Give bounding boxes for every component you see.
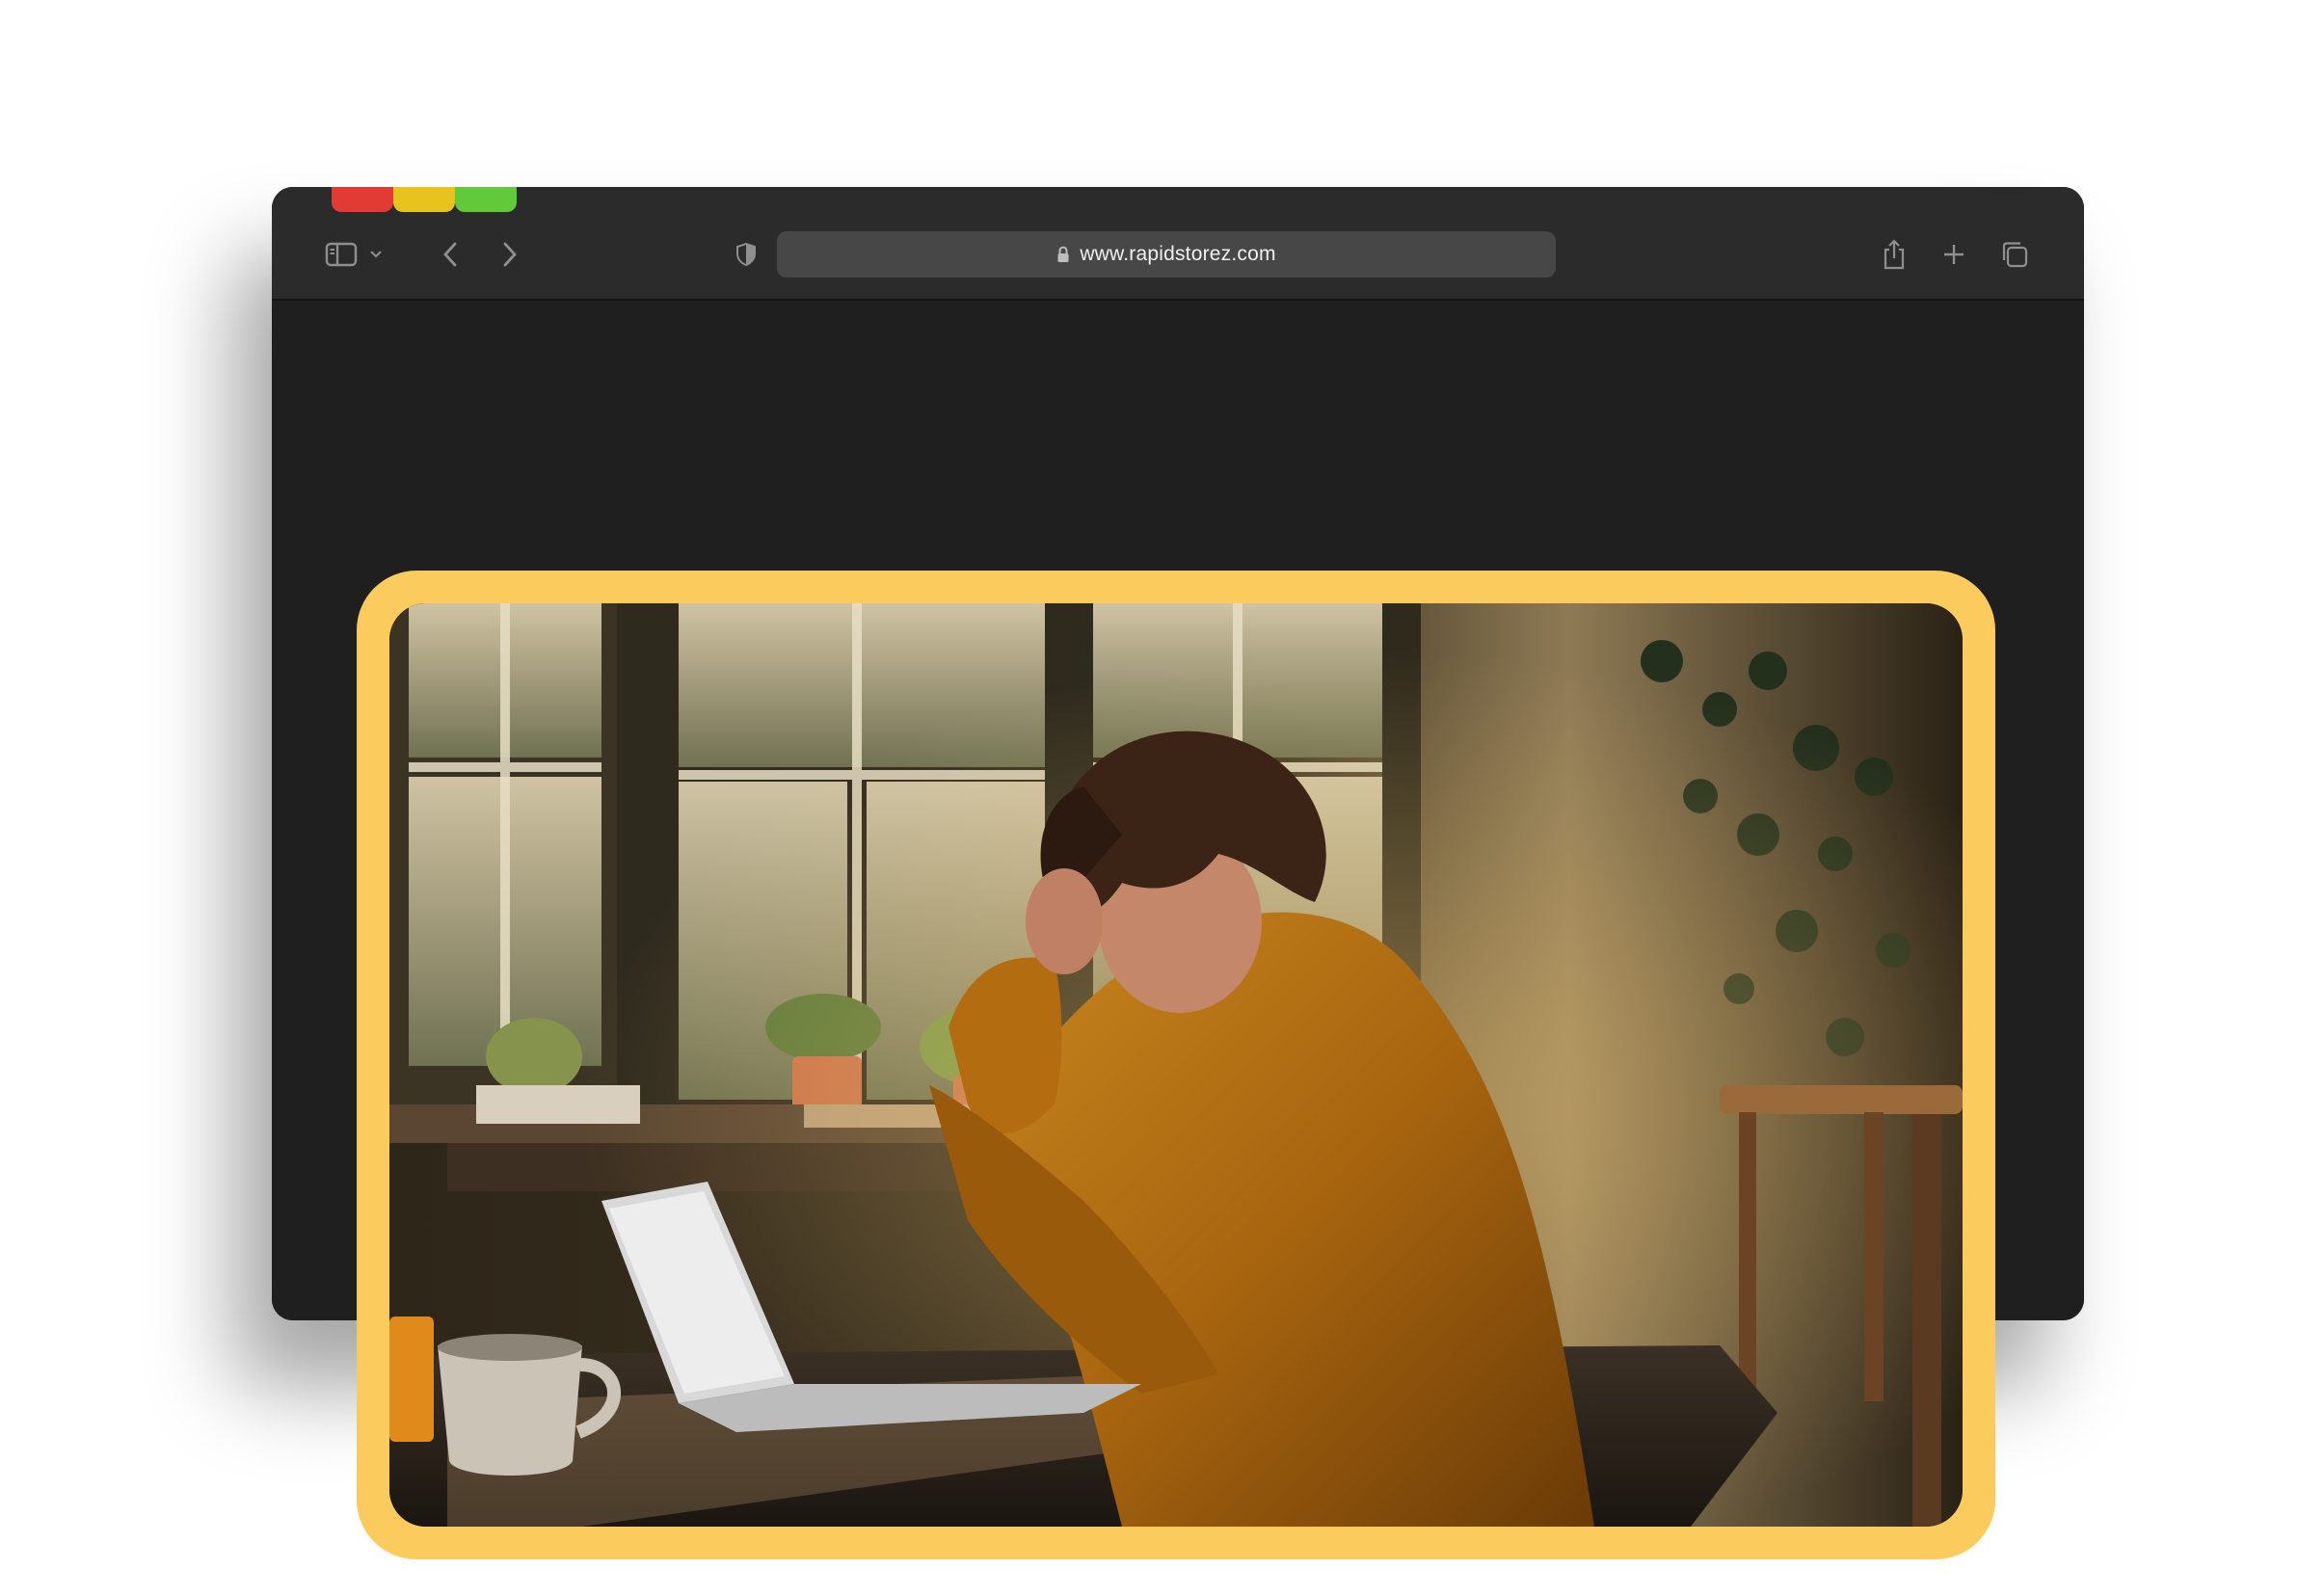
chevron-down-icon: [370, 251, 382, 258]
orange-mug: [389, 1317, 434, 1442]
sidebar-menu-button[interactable]: [366, 243, 386, 266]
chevron-right-icon: [503, 242, 517, 267]
chevron-left-icon: [443, 242, 457, 267]
browser-toolbar: www.rapidstorez.com: [272, 187, 2084, 301]
back-button[interactable]: [436, 235, 465, 274]
shield-icon: [736, 242, 756, 267]
window-controls: [332, 187, 517, 212]
new-tab-button[interactable]: [1939, 239, 1968, 270]
sidebar-icon: [325, 242, 358, 267]
tabs-overview-icon: [2002, 242, 2028, 268]
url-text: www.rapidstorez.com: [1080, 243, 1276, 265]
forward-button[interactable]: [495, 235, 524, 274]
tab-overview-button[interactable]: [1997, 237, 2032, 272]
close-button[interactable]: [332, 187, 393, 212]
lock-icon: [1056, 246, 1070, 263]
hero-photo: [389, 603, 1963, 1527]
zoom-button[interactable]: [455, 187, 517, 212]
stage: www.rapidstorez.com: [0, 0, 2298, 1596]
privacy-report-button[interactable]: [733, 239, 760, 270]
minimize-button[interactable]: [393, 187, 455, 212]
address-bar[interactable]: www.rapidstorez.com: [777, 231, 1556, 278]
plus-icon: [1944, 245, 1964, 264]
hero-image-frame: [357, 571, 1995, 1559]
sidebar-toggle-button[interactable]: [322, 237, 361, 272]
share-button[interactable]: [1878, 235, 1911, 274]
share-icon: [1884, 239, 1905, 270]
